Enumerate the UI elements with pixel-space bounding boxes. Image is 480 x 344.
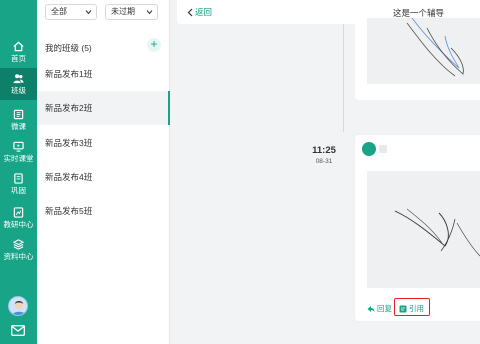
nav-item-materials[interactable]: 资料中心 <box>0 234 37 266</box>
nav-item-micro-lesson[interactable]: 微课 <box>0 104 37 136</box>
cite-label: 引用 <box>409 304 424 313</box>
class-item[interactable]: 新品发布4班 <box>37 160 170 194</box>
nav-item-live-class[interactable]: 实时课堂 <box>0 136 37 168</box>
status-select[interactable]: 未过期 <box>105 4 158 20</box>
handwriting-image[interactable] <box>367 171 480 288</box>
user-avatar-icon <box>11 301 27 315</box>
scribble-drawing <box>394 208 480 257</box>
reply-button[interactable]: 回复 <box>367 303 392 314</box>
nav-item-research[interactable]: 教研中心 <box>0 202 37 234</box>
home-icon <box>13 41 24 52</box>
nav-label: 微课 <box>11 122 26 131</box>
scope-select-value: 全部 <box>51 7 67 16</box>
cite-button[interactable]: 引用 <box>399 303 424 314</box>
quote-icon <box>399 305 407 312</box>
plus-icon: + <box>150 37 158 51</box>
handwriting-image[interactable] <box>367 18 480 84</box>
message-time: 11:25 <box>312 145 336 156</box>
class-item[interactable]: 新品发布5班 <box>37 194 170 228</box>
message-card: 回复 引用 <box>355 135 480 321</box>
nav-label: 资料中心 <box>3 252 34 261</box>
nav-label: 教研中心 <box>3 220 34 229</box>
class-item[interactable]: 新品发布1班 <box>37 57 170 91</box>
nav-item-consolidate[interactable]: 巩固 <box>0 168 37 200</box>
scope-select[interactable]: 全部 <box>45 4 97 20</box>
class-item-selected[interactable]: 新品发布2班 <box>37 91 170 125</box>
sender-name-placeholder <box>379 145 387 153</box>
nav-label: 班级 <box>11 86 26 95</box>
mail-icon[interactable] <box>11 325 25 336</box>
nav-label: 首页 <box>11 54 26 63</box>
timeline-line <box>343 24 344 132</box>
chevron-left-icon <box>187 8 193 16</box>
reply-label: 回复 <box>377 304 392 313</box>
live-class-icon <box>13 141 24 152</box>
status-select-value: 未过期 <box>111 7 135 16</box>
avatar[interactable] <box>8 296 28 316</box>
research-icon <box>13 207 24 218</box>
chevron-down-icon <box>146 10 153 15</box>
users-icon <box>13 74 24 84</box>
message-card <box>355 18 480 100</box>
nav-label: 实时课堂 <box>3 154 34 163</box>
main-area: 返回 这是一个辅导 11:25 08-31 回复 引用 <box>170 0 480 344</box>
chevron-down-icon <box>85 10 92 15</box>
class-list-heading: 我的班级 (5) <box>45 43 92 53</box>
back-label: 返回 <box>195 7 213 17</box>
consolidate-icon <box>14 173 23 184</box>
class-list-panel: 全部 未过期 我的班级 (5) + 新品发布1班 新品发布2班 新品发布3班 新… <box>37 0 170 344</box>
add-class-button[interactable]: + <box>147 38 161 52</box>
left-nav: 首页 班级 微课 实时课堂 巩固 教研中心 资料中心 <box>0 0 37 344</box>
nav-label: 巩固 <box>11 186 26 195</box>
back-button[interactable]: 返回 <box>187 6 212 18</box>
materials-icon <box>13 239 24 250</box>
reply-icon <box>367 305 375 312</box>
nav-item-class[interactable]: 班级 <box>0 68 37 100</box>
class-item[interactable]: 新品发布3班 <box>37 126 170 160</box>
micro-lesson-icon <box>13 109 24 120</box>
message-date: 08-31 <box>315 158 333 165</box>
nav-item-home[interactable]: 首页 <box>0 36 37 68</box>
sender-avatar <box>362 142 376 156</box>
scribble-drawing <box>406 18 464 77</box>
